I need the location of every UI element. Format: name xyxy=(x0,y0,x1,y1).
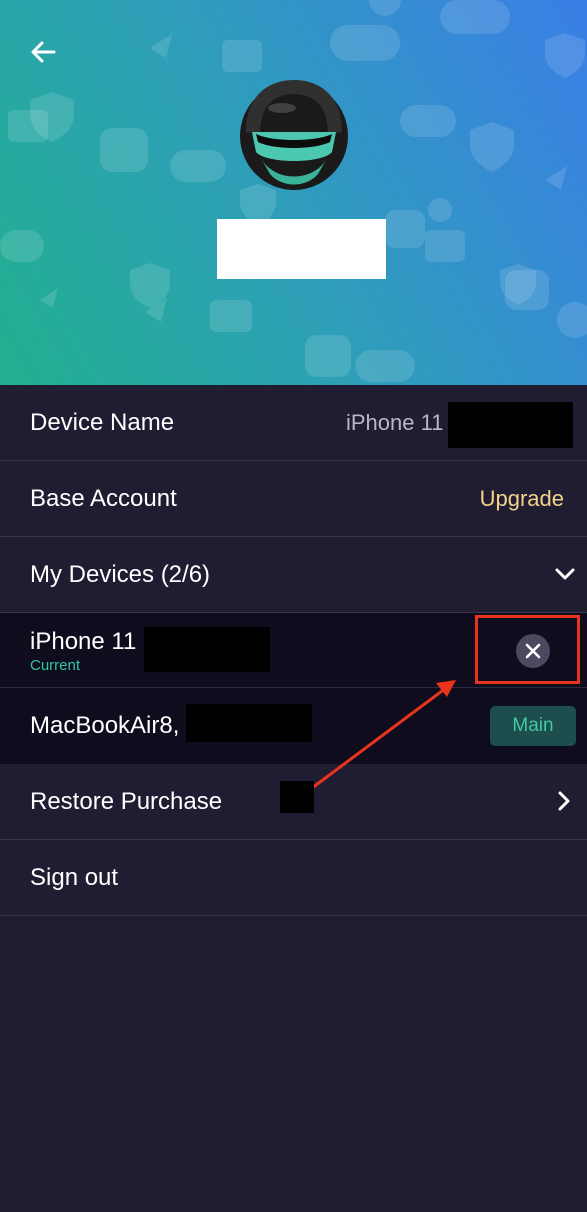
back-button[interactable] xyxy=(26,32,62,72)
arrow-left-icon xyxy=(31,41,56,63)
sign-out-row[interactable]: Sign out xyxy=(0,840,587,916)
my-devices-row[interactable]: My Devices (2/6) xyxy=(0,537,587,613)
device-name-row: Device Name iPhone 11 xyxy=(0,385,587,461)
chevron-down-icon xyxy=(555,568,575,580)
sign-out-label: Sign out xyxy=(30,864,119,891)
device-name-value: iPhone 11 xyxy=(346,410,444,435)
account-row: Base Account Upgrade xyxy=(0,461,587,537)
username-redaction xyxy=(217,219,386,279)
device-item-redaction xyxy=(186,704,312,742)
chevron-right-icon xyxy=(558,791,570,811)
device-item-redaction xyxy=(144,627,270,672)
restore-purchase-row[interactable]: Restore Purchase xyxy=(0,764,587,840)
main-device-badge: Main xyxy=(490,706,576,746)
account-label: Base Account xyxy=(30,485,177,512)
profile-header xyxy=(0,0,587,385)
annotation-highlight-box xyxy=(475,615,580,684)
current-device-label: Current xyxy=(30,657,81,674)
device-name-redaction xyxy=(448,402,573,448)
restore-purchase-label: Restore Purchase xyxy=(30,788,223,815)
device-item-name: iPhone 11 xyxy=(30,628,137,655)
device-item-name: MacBookAir8, xyxy=(30,712,180,739)
helmet-avatar xyxy=(240,80,348,190)
device-name-label: Device Name xyxy=(30,409,175,436)
device-item-macbook: MacBookAir8, Main xyxy=(0,688,587,764)
restore-redaction xyxy=(280,781,314,813)
account-screen: Device Name iPhone 11 Base Account Upgra… xyxy=(0,0,587,1212)
my-devices-label: My Devices (2/6) xyxy=(30,561,211,588)
upgrade-button[interactable]: Upgrade xyxy=(480,485,564,513)
